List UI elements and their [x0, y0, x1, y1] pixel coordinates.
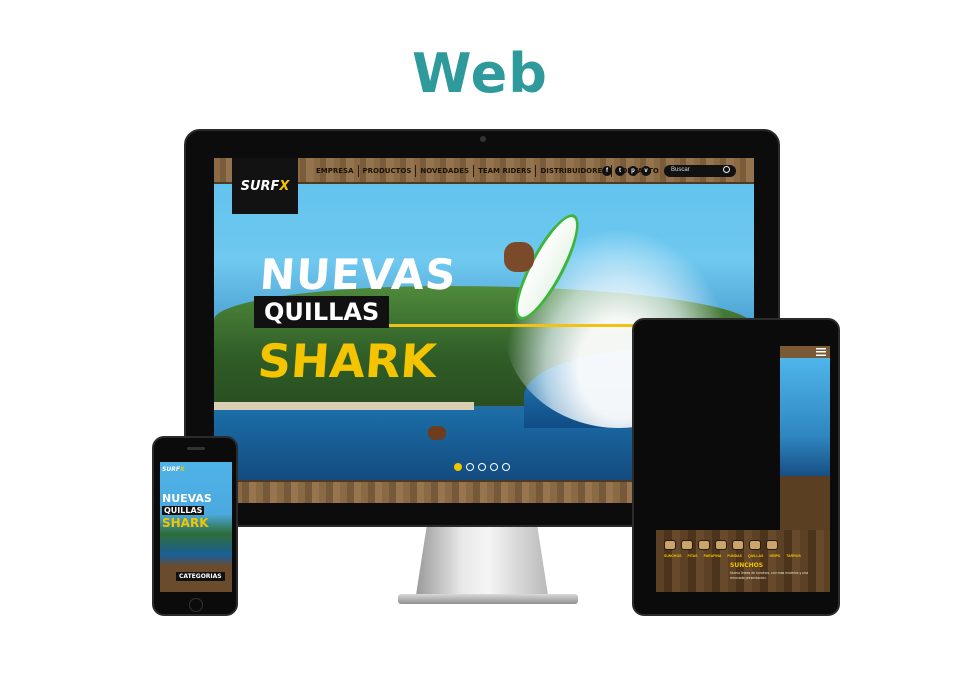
hero-title-line1: NUEVAS	[258, 250, 459, 299]
category-label[interactable]: QUILLAS	[748, 554, 763, 558]
phone-speaker	[187, 447, 205, 450]
category-label[interactable]: TARROS	[786, 554, 801, 558]
phone-hero-line2: QUILLAS	[162, 506, 205, 515]
tablet-category-icons	[664, 540, 778, 550]
logo-text: SURF	[240, 178, 280, 194]
tablet-device: SUNCHOS PITAS PARAFINA FUNDAS QUILLAS GR…	[632, 318, 840, 616]
surfer-paddling-image	[428, 426, 446, 440]
page-headline: Web	[412, 42, 548, 105]
carousel-dot[interactable]	[478, 463, 486, 471]
hamburger-menu-icon[interactable]	[816, 348, 826, 356]
category-icon[interactable]	[681, 540, 693, 550]
menu-item-empresa[interactable]: EMPRESA	[312, 165, 358, 177]
phone-device: SURFX NUEVAS QUILLAS SHARK CATEGORIAS	[152, 436, 238, 616]
category-icon[interactable]	[664, 540, 676, 550]
category-icon[interactable]	[715, 540, 727, 550]
tablet-category-labels: SUNCHOS PITAS PARAFINA FUNDAS QUILLAS GR…	[664, 554, 801, 558]
phone-logo-accent: X	[179, 466, 185, 473]
tablet-section-heading: SUNCHOS	[730, 562, 764, 569]
category-label[interactable]: FUNDAS	[727, 554, 742, 558]
phone-screen: SURFX NUEVAS QUILLAS SHARK CATEGORIAS	[160, 462, 232, 592]
phone-hero-line1: NUEVAS	[162, 492, 212, 505]
surfer-image	[504, 242, 534, 272]
pinterest-icon[interactable]: p	[628, 166, 638, 176]
category-icon[interactable]	[766, 540, 778, 550]
twitter-icon[interactable]: t	[615, 166, 625, 176]
category-icon[interactable]	[732, 540, 744, 550]
category-icon[interactable]	[698, 540, 710, 550]
category-icon[interactable]	[749, 540, 761, 550]
category-label[interactable]: GRIPS	[769, 554, 780, 558]
social-links: f t p v	[602, 166, 651, 176]
carousel-dot[interactable]	[502, 463, 510, 471]
phone-logo-text: SURF	[162, 466, 180, 473]
monitor-stand	[416, 527, 548, 595]
carousel-dots	[454, 463, 510, 471]
phone-logo[interactable]: SURFX	[162, 466, 185, 473]
tablet-section-body: Nuevo lineas de sunchos, con mas modelos…	[730, 571, 809, 580]
search-placeholder: Buscar	[671, 167, 690, 173]
phone-hero-line3: SHARK	[162, 516, 209, 530]
carousel-dot[interactable]	[454, 463, 462, 471]
camera-dot	[480, 136, 486, 142]
monitor-base	[398, 594, 578, 604]
menu-item-productos[interactable]: PRODUCTOS	[357, 165, 416, 177]
menu-item-distribuidores[interactable]: DISTRIBUIDORES	[535, 165, 611, 177]
menu-item-team-riders[interactable]: TEAM RIDERS	[473, 165, 535, 177]
search-input[interactable]: Buscar	[664, 165, 736, 177]
logo-accent: X	[279, 178, 290, 194]
category-label[interactable]: SUNCHOS	[664, 554, 682, 558]
category-label[interactable]: PITAS	[688, 554, 698, 558]
facebook-icon[interactable]: f	[602, 166, 612, 176]
menu-item-novedades[interactable]: NOVEDADES	[415, 165, 473, 177]
hero-title-line3: SHARK	[256, 334, 439, 388]
vimeo-icon[interactable]: v	[641, 166, 651, 176]
phone-categories-button[interactable]: CATEGORIAS	[176, 572, 225, 581]
hero-title-line2: QUILLAS	[254, 296, 390, 328]
search-icon[interactable]	[723, 166, 730, 173]
site-logo[interactable]: SURF X	[232, 158, 298, 214]
carousel-dot[interactable]	[466, 463, 474, 471]
home-button[interactable]	[189, 598, 203, 612]
category-label[interactable]: PARAFINA	[704, 554, 722, 558]
carousel-dot[interactable]	[490, 463, 498, 471]
